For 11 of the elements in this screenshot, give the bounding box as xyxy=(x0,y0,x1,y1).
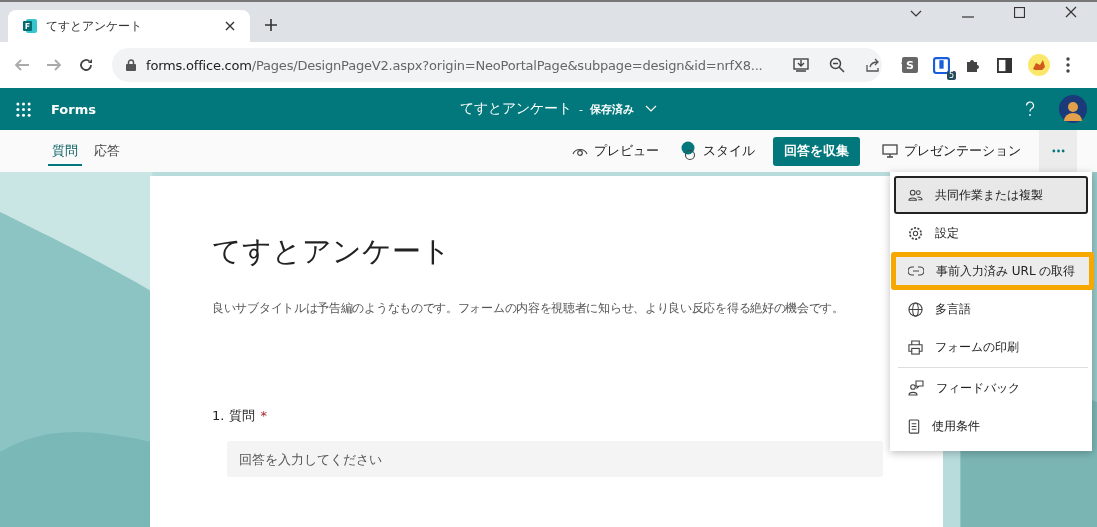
url-text: forms.office.com/Pages/DesignPageV2.aspx?origin=NeoPortalPage&subpage=design&id=nrfX8... xyxy=(146,57,763,73)
question-title: 質問 xyxy=(229,407,256,425)
form-title: てすとアンケート xyxy=(460,100,572,118)
required-asterisk: * xyxy=(260,408,267,423)
extension-badge: 5 xyxy=(946,70,956,80)
form-title: てすとアンケート xyxy=(212,233,452,270)
tab-title: てすとアンケート xyxy=(46,17,143,35)
title-separator: - xyxy=(579,102,583,116)
save-status: 保存済み xyxy=(590,101,634,117)
question-number: 1. xyxy=(212,408,225,423)
form-subtitle: 良いサブタイトルは予告編のようなものです。フォームの内容を視聴者に知らせ、より良い反応を得る絶好の機会です。 xyxy=(212,300,845,317)
